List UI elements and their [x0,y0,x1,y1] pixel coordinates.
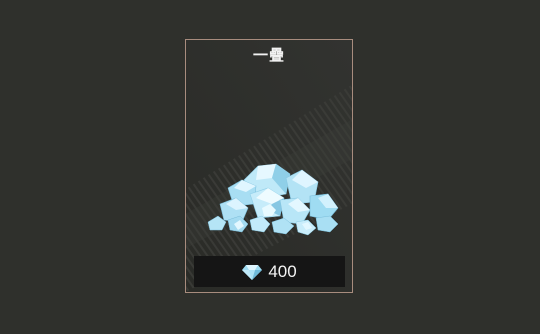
diamond-icon [242,264,263,280]
price-value: 400 [268,261,297,281]
diamond-pack-card[interactable]: 一疊 400 [185,39,353,293]
card-title: 一疊 [252,46,285,64]
diamond-pile-icon [207,163,339,236]
price-bar[interactable]: 400 [194,256,345,287]
